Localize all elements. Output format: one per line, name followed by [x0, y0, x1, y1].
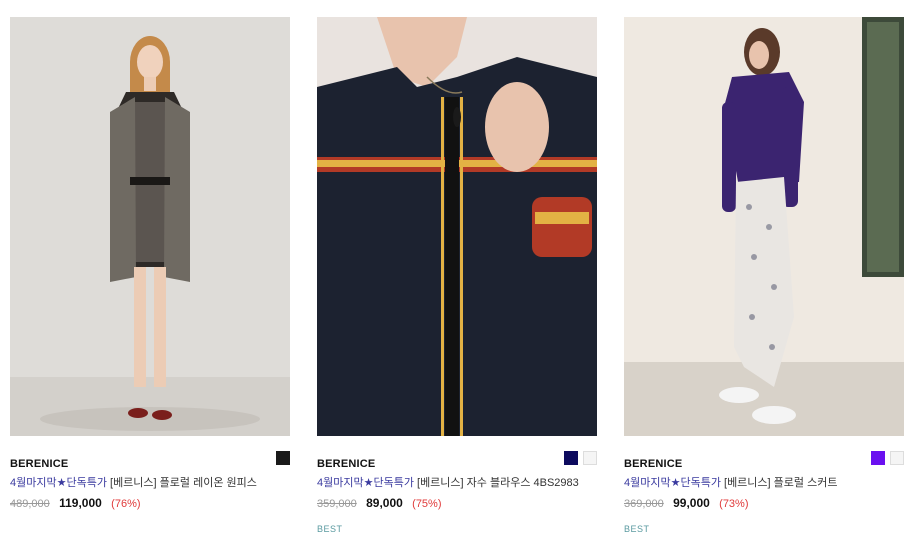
product-name[interactable]: 4월마지막★단독특가 [베르니스] 자수 블라우스 4BS2983: [317, 474, 597, 490]
discount-rate: (73%): [719, 498, 749, 510]
price-row: 369,000 99,000 (73%): [624, 496, 904, 510]
original-price: 489,000: [10, 498, 50, 510]
product-title: [베르니스] 플로럴 스커트: [720, 477, 838, 489]
product-name[interactable]: 4월마지막★단독특가 [베르니스] 플로럴 스커트: [624, 474, 904, 490]
original-price: 369,000: [624, 498, 664, 510]
product-title: [베르니스] 자수 블라우스 4BS2983: [413, 477, 579, 489]
sale-price: 89,000: [366, 496, 403, 510]
discount-rate: (76%): [111, 498, 141, 510]
sale-price: 99,000: [673, 496, 710, 510]
best-badge: BEST: [317, 524, 343, 534]
brand-label: BERENICE: [10, 458, 69, 470]
promo-text: 4월마지막★단독특가: [317, 477, 414, 489]
promo-text: 4월마지막★단독특가: [10, 477, 107, 489]
sale-price: 119,000: [59, 496, 102, 510]
product-image[interactable]: [317, 17, 597, 436]
color-swatch[interactable]: [890, 451, 904, 465]
product-card[interactable]: BERENICE 4월마지막★단독특가 [베르니스] 플로럴 스커트 369,0…: [624, 17, 904, 534]
color-swatches: [564, 451, 597, 465]
product-image[interactable]: [10, 17, 290, 436]
color-swatch[interactable]: [276, 451, 290, 465]
product-title: [베르니스] 플로럴 레이온 원피스: [106, 477, 257, 489]
color-swatch[interactable]: [583, 451, 597, 465]
promo-text: 4월마지막★단독특가: [624, 477, 721, 489]
price-row: 359,000 89,000 (75%): [317, 496, 597, 510]
discount-rate: (75%): [412, 498, 442, 510]
color-swatches: [871, 451, 904, 465]
best-badge: BEST: [624, 524, 650, 534]
brand-label: BERENICE: [317, 458, 376, 470]
product-name[interactable]: 4월마지막★단독특가 [베르니스] 플로럴 레이온 원피스: [10, 474, 290, 490]
brand-label: BERENICE: [624, 458, 683, 470]
color-swatches: [276, 451, 290, 465]
price-row: 489,000 119,000 (76%): [10, 496, 290, 510]
product-image[interactable]: [624, 17, 904, 436]
color-swatch[interactable]: [564, 451, 578, 465]
product-card[interactable]: BERENICE 4월마지막★단독특가 [베르니스] 플로럴 레이온 원피스 4…: [10, 17, 290, 510]
original-price: 359,000: [317, 498, 357, 510]
color-swatch[interactable]: [871, 451, 885, 465]
product-card[interactable]: BERENICE 4월마지막★단독특가 [베르니스] 자수 블라우스 4BS29…: [317, 17, 597, 534]
